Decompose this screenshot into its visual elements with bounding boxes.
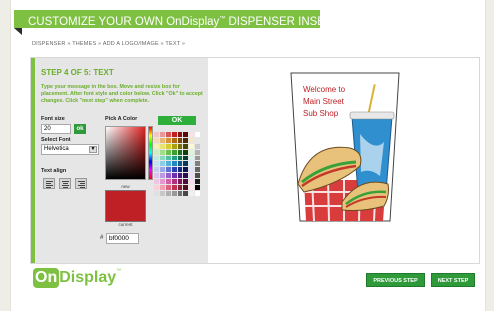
font-select-value: Helvetica: [44, 146, 69, 152]
logo-display: Display: [59, 269, 117, 286]
chevron-down-icon[interactable]: ▼: [89, 146, 97, 153]
page-banner: CUSTOMIZE YOUR OWN OnDisplay™ DISPENSER …: [14, 10, 320, 28]
hue-slider[interactable]: [148, 126, 153, 180]
select-font-label: Select Font: [41, 137, 71, 143]
align-left-button[interactable]: [43, 178, 55, 189]
banner-fold: [14, 28, 22, 35]
font-select[interactable]: Helvetica ▼: [41, 144, 99, 155]
align-right-button[interactable]: [75, 178, 87, 189]
new-color-label: new: [121, 184, 130, 189]
preview-line-2[interactable]: Main Street: [303, 97, 345, 106]
pick-color-label: Pick A Color: [105, 116, 138, 122]
font-size-ok-button[interactable]: ok: [74, 124, 86, 134]
preview-panel: Welcome to Main Street Sub Shop: [208, 58, 479, 263]
previous-step-button[interactable]: PREVIOUS STEP: [366, 273, 425, 287]
dispenser-preview[interactable]: Welcome to Main Street Sub Shop: [290, 72, 400, 222]
banner-suffix: DISPENSER INSERTS: [228, 15, 320, 28]
controls-panel: STEP 4 OF 5: TEXT Type your message in t…: [31, 58, 208, 263]
ondisplay-logo: On Display™: [33, 268, 121, 288]
font-size-input[interactable]: 20: [41, 124, 71, 134]
banner-prefix: CUSTOMIZE YOUR OWN OnDisplay: [28, 15, 220, 28]
next-step-button[interactable]: NEXT STEP: [431, 273, 475, 287]
color-ok-button[interactable]: OK: [158, 116, 196, 125]
text-align-label: Text align: [41, 168, 67, 174]
hex-color-input[interactable]: bf0000: [106, 233, 139, 244]
preview-line-1[interactable]: Welcome to: [303, 85, 346, 94]
logo-tm: ™: [116, 268, 122, 274]
font-size-label: Font size: [41, 116, 65, 122]
color-palette[interactable]: [154, 132, 201, 197]
new-color-swatch: [105, 190, 146, 222]
current-color-label: current: [118, 222, 133, 227]
preview-line-3[interactable]: Sub Shop: [303, 109, 339, 118]
instructions: Type your message in the box. Move and r…: [41, 84, 203, 104]
step-title: STEP 4 OF 5: TEXT: [41, 68, 114, 77]
logo-on: On: [33, 268, 60, 288]
breadcrumb: DISPENSER » THEMES » ADD A LOGO/IMAGE » …: [32, 41, 186, 47]
align-center-button[interactable]: [59, 178, 71, 189]
editor-panel: STEP 4 OF 5: TEXT Type your message in t…: [30, 57, 480, 264]
hash-label: #: [100, 235, 104, 241]
saturation-picker[interactable]: [105, 126, 146, 180]
color-swatch[interactable]: [195, 190, 201, 197]
